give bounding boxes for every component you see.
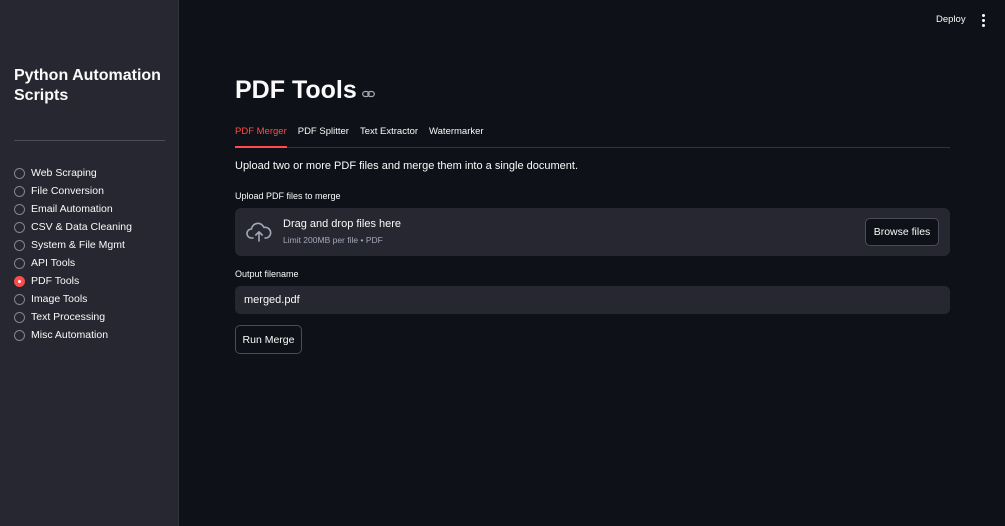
output-filename-label: Output filename xyxy=(235,269,299,279)
file-dropzone[interactable]: Drag and drop files here Limit 200MB per… xyxy=(235,208,950,256)
radio-label: Text Processing xyxy=(31,311,106,323)
radio-item-text-processing[interactable]: Text Processing xyxy=(14,308,132,326)
radio-item-misc-automation[interactable]: Misc Automation xyxy=(14,326,132,344)
cloud-upload-icon xyxy=(246,222,272,242)
sidebar: Python Automation Scripts Web Scraping Fi… xyxy=(0,0,179,526)
output-filename-input[interactable] xyxy=(235,286,950,314)
radio-unselected-icon xyxy=(14,221,25,233)
radio-unselected-icon xyxy=(14,293,25,305)
tab-pdf-splitter[interactable]: PDF Splitter xyxy=(298,124,349,147)
tab-text-extractor[interactable]: Text Extractor xyxy=(360,124,418,147)
radio-item-web-scraping[interactable]: Web Scraping xyxy=(14,164,132,182)
upload-label: Upload PDF files to merge xyxy=(235,191,341,201)
dropzone-limit-text: Limit 200MB per file • PDF xyxy=(283,235,383,245)
radio-unselected-icon xyxy=(14,329,25,341)
description-text: Upload two or more PDF files and merge t… xyxy=(235,160,578,172)
page-title: PDF Tools xyxy=(235,76,357,104)
tab-pdf-merger[interactable]: PDF Merger xyxy=(235,124,287,148)
radio-label: PDF Tools xyxy=(31,275,80,287)
radio-item-csv-data-cleaning[interactable]: CSV & Data Cleaning xyxy=(14,218,132,236)
vertical-ellipsis-icon xyxy=(981,13,985,17)
radio-unselected-icon xyxy=(14,239,25,251)
radio-selected-icon xyxy=(14,275,25,287)
radio-label: Image Tools xyxy=(31,293,88,305)
tab-watermarker[interactable]: Watermarker xyxy=(429,124,484,147)
tool-tabs: PDF Merger PDF Splitter Text Extractor Wate… xyxy=(235,124,950,148)
radio-unselected-icon xyxy=(14,311,25,323)
radio-unselected-icon xyxy=(14,257,25,269)
script-category-radio-group: Web Scraping File Conversion Email Automat… xyxy=(14,164,132,344)
link-icon[interactable] xyxy=(361,89,375,99)
radio-unselected-icon xyxy=(14,185,25,197)
radio-label: Misc Automation xyxy=(31,329,109,341)
radio-item-image-tools[interactable]: Image Tools xyxy=(14,290,132,308)
radio-label: Email Automation xyxy=(31,203,113,215)
radio-item-pdf-tools[interactable]: PDF Tools xyxy=(14,272,132,290)
radio-label: CSV & Data Cleaning xyxy=(31,221,132,233)
sidebar-title: Python Automation Scripts xyxy=(14,67,161,104)
deploy-button[interactable]: Deploy xyxy=(928,12,974,28)
radio-label: File Conversion xyxy=(31,185,104,197)
radio-label: System & File Mgmt xyxy=(31,239,125,251)
radio-unselected-icon xyxy=(14,167,25,179)
radio-item-api-tools[interactable]: API Tools xyxy=(14,254,132,272)
page-title-row: PDF Tools xyxy=(235,76,375,105)
sidebar-divider xyxy=(14,140,165,141)
radio-unselected-icon xyxy=(14,203,25,215)
radio-item-system-file-mgmt[interactable]: System & File Mgmt xyxy=(14,236,132,254)
run-merge-button[interactable]: Run Merge xyxy=(235,325,302,354)
main-menu-button[interactable] xyxy=(976,12,990,28)
radio-item-file-conversion[interactable]: File Conversion xyxy=(14,182,132,200)
radio-item-email-automation[interactable]: Email Automation xyxy=(14,200,132,218)
dropzone-title: Drag and drop files here xyxy=(283,218,402,230)
radio-label: Web Scraping xyxy=(31,167,97,179)
radio-label: API Tools xyxy=(31,257,76,269)
browse-files-button[interactable]: Browse files xyxy=(865,218,939,246)
